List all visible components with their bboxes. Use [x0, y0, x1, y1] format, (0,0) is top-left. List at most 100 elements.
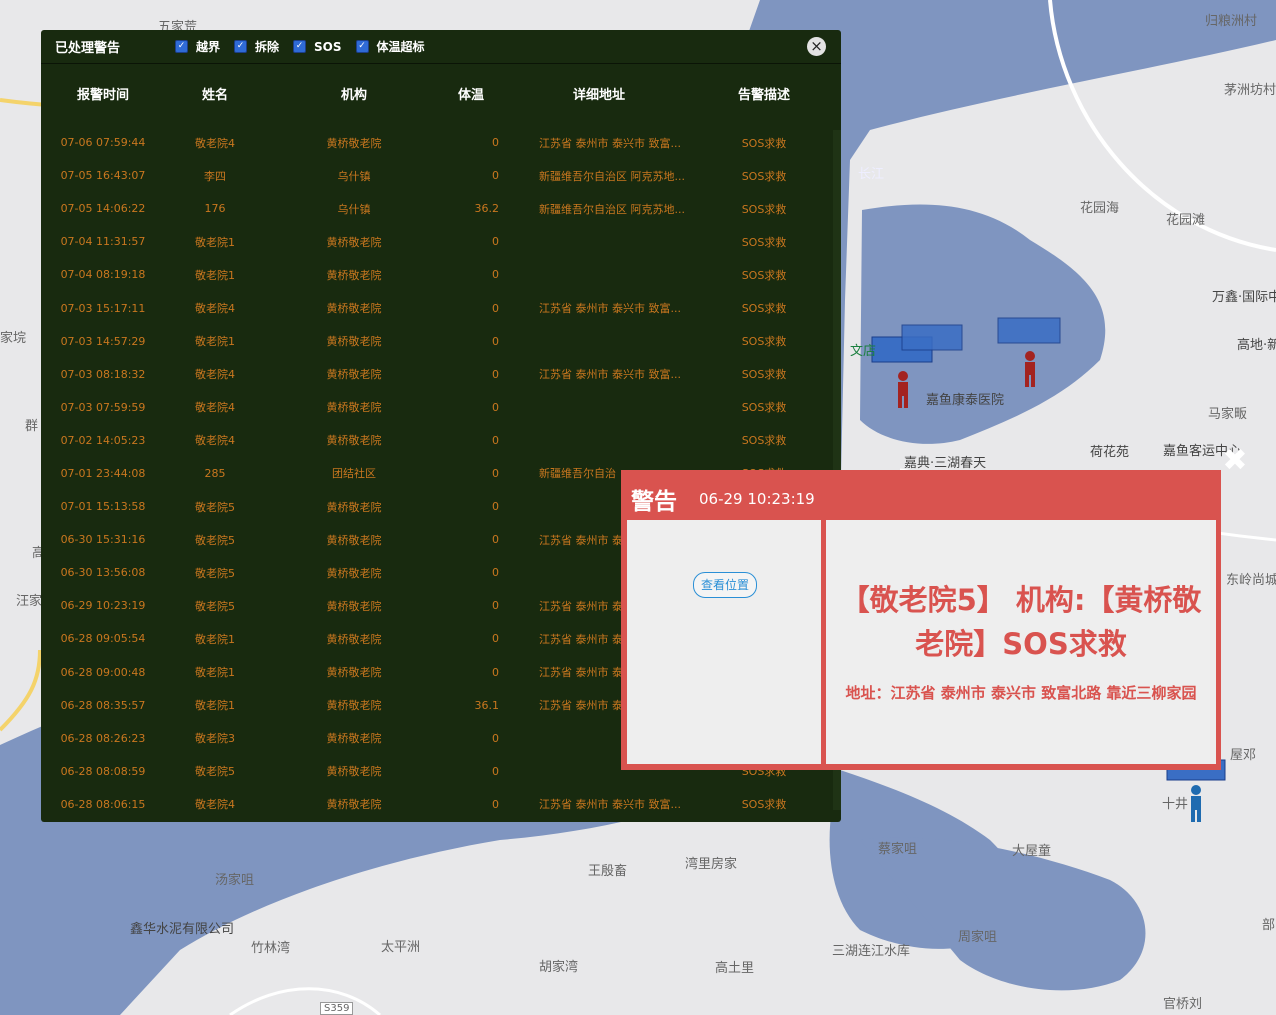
- cell-name: 敬老院1: [195, 268, 235, 282]
- map-label: 嘉典·三湖春天: [904, 456, 987, 471]
- cell-time: 06-28 09:00:48: [60, 665, 146, 679]
- cell-name: 敬老院5: [195, 765, 235, 779]
- cell-desc: SOS求救: [741, 136, 787, 150]
- cell-desc: SOS求救: [741, 335, 787, 349]
- cell-org: 黄桥敬老院: [326, 699, 382, 713]
- table-row[interactable]: 07-03 07:59:59 敬老院4 黄桥敬老院 0 SOS求救: [41, 391, 831, 424]
- cell-org: 黄桥敬老院: [326, 765, 382, 779]
- table-row[interactable]: 06-28 08:06:15 敬老院4 黄桥敬老院 0 江苏省 泰州市 泰兴市 致富..…: [41, 788, 831, 821]
- cell-temp: 0: [492, 665, 499, 679]
- cell-time: 07-01 23:44:08: [60, 466, 146, 480]
- map-label: 东岭尚城: [1226, 573, 1276, 588]
- cell-temp: 36.2: [474, 202, 500, 216]
- cell-time: 07-05 14:06:22: [60, 202, 146, 216]
- column-header[interactable]: 姓名: [165, 84, 265, 108]
- map-label: 大屋童: [1012, 844, 1052, 859]
- map-label: 官桥刘: [1163, 997, 1203, 1012]
- cell-temp: 0: [492, 400, 499, 414]
- map-label: 太平洲: [381, 940, 421, 955]
- map-label: 湾里房家: [685, 857, 738, 872]
- cell-name: 敬老院5: [195, 599, 235, 613]
- cell-desc: SOS求救: [741, 202, 787, 216]
- cell-time: 07-04 08:19:18: [60, 268, 146, 282]
- filter-removal[interactable]: ✓ 拆除: [234, 38, 279, 55]
- map-label: 家垸: [0, 331, 27, 346]
- cell-temp: 0: [492, 632, 499, 646]
- cell-name: 敬老院1: [195, 632, 235, 646]
- column-header[interactable]: 体温: [443, 84, 499, 108]
- cell-org: 黄桥敬老院: [326, 666, 382, 680]
- cell-temp: 0: [492, 566, 499, 580]
- table-row[interactable]: 07-05 16:43:07 李四 乌什镇 0 新疆维吾尔自治区 阿克苏地... SOS求…: [41, 159, 831, 192]
- table-row[interactable]: 07-03 14:57:29 敬老院1 黄桥敬老院 0 SOS求救: [41, 325, 831, 358]
- cell-name: 敬老院5: [195, 533, 235, 547]
- cell-org: 黄桥敬老院: [326, 335, 382, 349]
- cell-org: 乌什镇: [337, 169, 371, 183]
- table-row[interactable]: 07-02 14:05:23 敬老院4 黄桥敬老院 0 SOS求救: [41, 424, 831, 457]
- view-location-button[interactable]: 查看位置: [693, 572, 757, 598]
- column-header[interactable]: 机构: [265, 84, 443, 108]
- cell-temp: 0: [492, 136, 499, 150]
- filter-temperature[interactable]: ✓ 体温超标: [355, 38, 425, 55]
- cell-desc: SOS求救: [741, 169, 787, 183]
- cell-temp: 0: [492, 334, 499, 348]
- cell-addr: 新疆维吾尔自治区 阿克苏地...: [539, 169, 685, 183]
- map-label: 三湖连江水库: [832, 944, 911, 959]
- table-row[interactable]: 07-06 07:59:44 敬老院4 黄桥敬老院 0 江苏省 泰州市 泰兴市 致富..…: [41, 126, 831, 159]
- table-row[interactable]: 07-04 11:31:57 敬老院1 黄桥敬老院 0 SOS求救: [41, 225, 831, 258]
- cell-temp: 0: [492, 797, 499, 811]
- filter-cross-border[interactable]: ✓ 越界: [175, 38, 220, 55]
- cell-addr: 江苏省 泰州市 泰兴市 致富...: [539, 136, 681, 150]
- column-header[interactable]: 详细地址: [499, 84, 699, 108]
- map-label: 群: [25, 419, 39, 434]
- cell-temp: 0: [492, 764, 499, 778]
- checkbox-checked-icon[interactable]: ✓: [355, 40, 369, 53]
- cell-org: 黄桥敬老院: [326, 632, 382, 646]
- cell-desc: SOS求救: [741, 235, 787, 249]
- map-label: 花园海: [1080, 201, 1120, 216]
- checkbox-checked-icon[interactable]: ✓: [234, 40, 248, 53]
- map-label: 汪家: [16, 594, 43, 609]
- alert-dialog: 警告 06-29 10:23:19 查看位置 【敬老院5】 机构:【黄桥敬老院】…: [621, 470, 1221, 770]
- map-label: 胡家湾: [539, 960, 579, 975]
- cell-name: 敬老院4: [195, 798, 235, 812]
- cell-desc: SOS求救: [741, 434, 787, 448]
- cell-time: 07-03 15:17:11: [60, 301, 146, 315]
- filter-sos[interactable]: ✓ SOS: [293, 40, 342, 54]
- column-header[interactable]: 告警描述: [699, 84, 829, 108]
- cell-org: 黄桥敬老院: [326, 302, 382, 316]
- cell-org: 黄桥敬老院: [326, 368, 382, 382]
- cell-org: 黄桥敬老院: [326, 434, 382, 448]
- map-label: 荷花苑: [1090, 445, 1130, 460]
- cell-temp: 0: [492, 169, 499, 183]
- cell-org: 黄桥敬老院: [326, 533, 382, 547]
- cell-time: 07-04 11:31:57: [60, 235, 146, 249]
- cell-org: 黄桥敬老院: [326, 268, 382, 282]
- cell-name: 敬老院5: [195, 500, 235, 514]
- cell-name: 敬老院1: [195, 335, 235, 349]
- filter-label: 拆除: [255, 40, 280, 54]
- map-label: 周家咀: [958, 930, 998, 945]
- table-row[interactable]: 07-03 15:17:11 敬老院4 黄桥敬老院 0 江苏省 泰州市 泰兴市 致富..…: [41, 291, 831, 324]
- cell-desc: SOS求救: [741, 401, 787, 415]
- cell-addr: 新疆维吾尔自治区 阿克苏地...: [539, 202, 685, 216]
- cell-temp: 0: [492, 731, 499, 745]
- cell-time: 07-03 07:59:59: [60, 400, 146, 414]
- cell-temp: 36.1: [474, 698, 500, 712]
- map-label: 鑫华水泥有限公司: [130, 922, 235, 937]
- map-label: 部: [1262, 918, 1276, 933]
- checkbox-checked-icon[interactable]: ✓: [175, 40, 188, 53]
- filter-label: SOS: [314, 39, 342, 54]
- alert-message-pane: 【敬老院5】 机构:【黄桥敬老院】SOS求救 地址：江苏省 泰州市 泰兴市 致富…: [826, 520, 1216, 764]
- table-row[interactable]: 07-04 08:19:18 敬老院1 黄桥敬老院 0 SOS求救: [41, 258, 831, 291]
- table-row[interactable]: 07-05 14:06:22 176 乌什镇 36.2 新疆维吾尔自治区 阿克苏地...…: [41, 192, 831, 225]
- map-label: 王殷畜: [588, 864, 628, 879]
- column-header[interactable]: 报警时间: [41, 84, 165, 108]
- close-icon[interactable]: ×: [807, 37, 826, 56]
- checkbox-checked-icon[interactable]: ✓: [293, 40, 307, 53]
- map-label: 花园滩: [1166, 213, 1206, 228]
- close-icon[interactable]: ✖: [1222, 446, 1248, 476]
- cell-addr: 江苏省 泰州市 泰兴市 致富...: [539, 302, 681, 316]
- cell-temp: 0: [492, 367, 499, 381]
- table-row[interactable]: 07-03 08:18:32 敬老院4 黄桥敬老院 0 江苏省 泰州市 泰兴市 致富..…: [41, 358, 831, 391]
